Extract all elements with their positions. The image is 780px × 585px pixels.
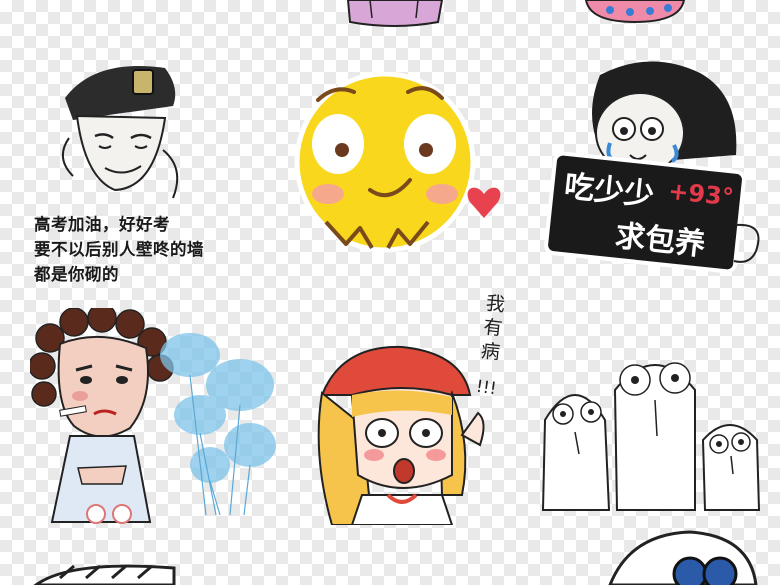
beret-girl-sticker xyxy=(317,345,485,525)
speech-char-1: 我 xyxy=(484,292,507,317)
caption-line-1: 高考加油，好好考 xyxy=(34,215,170,234)
caption-line-2: 要不以后别人壁咚的墙 xyxy=(34,240,204,259)
soldier-meme-caption: 高考加油，好好考 要不以后别人壁咚的墙 都是你砌的 xyxy=(34,212,264,287)
girl-speech-text: 我 有 病 xyxy=(476,291,509,365)
goggles-sticker-partial xyxy=(608,530,758,585)
soldier-meme-face xyxy=(62,66,179,199)
lion-sign-sticker: 吃少少 +93° 求包养 xyxy=(544,61,760,274)
pink-figure-sticker-partial xyxy=(346,0,444,27)
blushing-emoji-sticker xyxy=(294,72,501,253)
pink-dotted-sticker-partial xyxy=(584,0,686,24)
sticker-sheet: 高考加油，好好考 要不以后别人壁咚的墙 都是你砌的 吃少少 +93° 求包养 我… xyxy=(0,0,780,585)
white-blob-creatures-sticker xyxy=(541,362,761,511)
speech-char-2: 有 xyxy=(482,316,504,340)
caption-line-3: 都是你砌的 xyxy=(34,265,119,284)
striped-sticker-partial xyxy=(33,564,176,585)
speech-char-3: 病 xyxy=(479,339,502,364)
blue-flower-watercolor xyxy=(160,333,276,516)
girl-exclaim-marks: !!! xyxy=(474,376,498,400)
